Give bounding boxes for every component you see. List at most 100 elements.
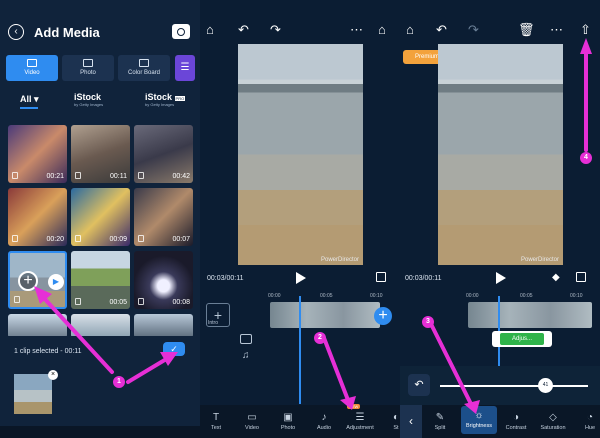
contrast-icon: ◑ [512,412,520,423]
play-icon[interactable] [496,272,506,284]
tab-video[interactable]: Video [6,55,58,81]
media-thumbnail[interactable]: 00:05 [71,251,130,309]
media-thumbnail[interactable] [71,314,130,338]
brightness-slider[interactable] [440,385,588,387]
tool-sticker[interactable]: ◐ St [378,412,400,431]
fullscreen-icon[interactable] [576,272,586,282]
text-icon: T [212,412,220,423]
tool-hue[interactable]: ◔ Hue [572,412,600,431]
video-preview[interactable]: PowerDirector [438,44,563,265]
tool-photo[interactable]: ▣ Photo [270,412,306,431]
trash-icon[interactable] [14,296,20,303]
annotation-badge: 4 [580,152,592,164]
play-icon[interactable]: ▶ [48,274,64,290]
adjustment-clip[interactable]: Adjus... [492,331,552,347]
tool-split[interactable]: ✎ Split [422,412,458,431]
editor-panel: ⌂ ↶ ↷ ⋯ ⌂ PowerDirector 00:03/00:11 00:0… [200,0,400,438]
trash-icon[interactable] [12,172,18,179]
tab-color-board[interactable]: Color Board [118,55,170,81]
annotation-badge: 1 [113,376,125,388]
selected-clip-thumbnail [14,374,52,414]
layer-icon[interactable] [240,334,252,344]
video-track[interactable] [270,302,380,328]
remove-clip-icon[interactable]: × [48,370,58,380]
selection-status: 1 clip selected - 00:11 [14,348,82,355]
media-thumbnail[interactable]: 00:21 [8,125,67,183]
share-icon[interactable]: ⇧ [580,22,591,38]
video-preview[interactable]: PowerDirector [238,44,363,265]
confirm-check-button[interactable]: ✓ [163,342,185,356]
intro-label: Intro [208,320,219,326]
slider-knob[interactable]: 41 [538,378,553,393]
photo-icon: ▣ [283,412,293,423]
ruler-tick: 00:10 [370,293,383,299]
camera-icon[interactable] [172,24,190,39]
media-thumbnail[interactable] [134,314,193,338]
filter-all[interactable]: All ▾ [20,94,39,109]
tool-audio[interactable]: ♪ Audio [306,412,342,431]
filter-settings-icon[interactable]: ☰ [175,55,195,81]
photo-icon [83,59,93,67]
filter-istock-pro[interactable]: iStock PRO by Getty Images [145,92,186,107]
trash-icon[interactable] [75,298,81,305]
play-icon[interactable] [296,272,306,284]
playhead[interactable] [299,296,301,404]
add-icon[interactable]: + [18,271,38,291]
ruler-tick: 00:10 [570,293,583,299]
more-icon[interactable]: ⋯ [350,22,363,38]
annotation-badge: 3 [422,316,434,328]
trash-icon[interactable] [138,235,144,242]
media-thumbnail[interactable]: 00:08 [134,251,193,309]
sticker-icon: ◐ [392,412,400,423]
media-thumbnail[interactable]: 00:20 [8,188,67,246]
trash-icon[interactable] [75,235,81,242]
home-icon[interactable]: ⌂ [406,22,414,37]
redo-icon[interactable]: ↷ [270,22,281,38]
trash-icon[interactable] [138,298,144,305]
undo-icon[interactable]: ↶ [238,22,249,38]
split-icon: ✎ [435,412,445,423]
media-thumbnail[interactable]: 00:42 [134,125,193,183]
ruler-tick: 00:05 [320,293,333,299]
tool-text[interactable]: T Text [200,412,234,431]
saturation-icon: ◇ [549,412,557,423]
home-icon[interactable]: ⌂ [378,22,386,37]
filter-istock[interactable]: iStock by Getty Images [74,92,103,107]
tool-video[interactable]: ▭ Video [234,412,270,431]
tab-photo[interactable]: Photo [62,55,114,81]
tool-adjustment[interactable]: ☰ Adjustment [342,412,378,431]
redo-icon[interactable]: ↷ [468,22,479,38]
video-track[interactable] [468,302,592,328]
keyframe-icon[interactable]: ◆ [552,272,560,283]
back-icon[interactable]: ‹ [8,24,24,40]
media-thumbnail[interactable] [8,314,67,338]
tool-contrast[interactable]: ◑ Contrast [498,412,534,431]
media-thumbnail[interactable]: 00:07 [134,188,193,246]
playback-time: 00:03/00:11 [405,275,442,282]
media-thumbnail-selected[interactable]: + ▶ [8,251,67,309]
tool-saturation[interactable]: ◇ Saturation [535,412,571,431]
more-icon[interactable]: ⋯ [550,22,563,38]
video-icon: ▭ [247,412,257,423]
trash-icon[interactable] [12,235,18,242]
hue-icon: ◔ [586,412,594,423]
undo-icon[interactable]: ↶ [436,22,447,38]
home-icon[interactable]: ⌂ [206,22,214,37]
tool-brightness[interactable]: ☼ Brightness [461,406,497,434]
reset-icon[interactable]: ↶ [408,374,430,396]
annotation-badge: 2 [314,332,326,344]
ruler-tick: 00:00 [466,293,479,299]
ruler-tick: 00:05 [520,293,533,299]
music-icon[interactable]: ♫ [242,350,250,361]
delete-icon[interactable]: 🗑 [518,22,535,38]
adjustment-icon: ☰ [355,412,365,423]
trash-icon[interactable] [75,172,81,179]
fullscreen-icon[interactable] [376,272,386,282]
system-nav-bar [0,426,200,438]
media-thumbnail[interactable]: 00:11 [71,125,130,183]
trash-icon[interactable] [138,172,144,179]
add-clip-button[interactable]: + [374,307,392,325]
back-icon[interactable]: ‹ [400,405,422,438]
page-title: Add Media [34,25,100,40]
media-thumbnail[interactable]: 00:09 [71,188,130,246]
